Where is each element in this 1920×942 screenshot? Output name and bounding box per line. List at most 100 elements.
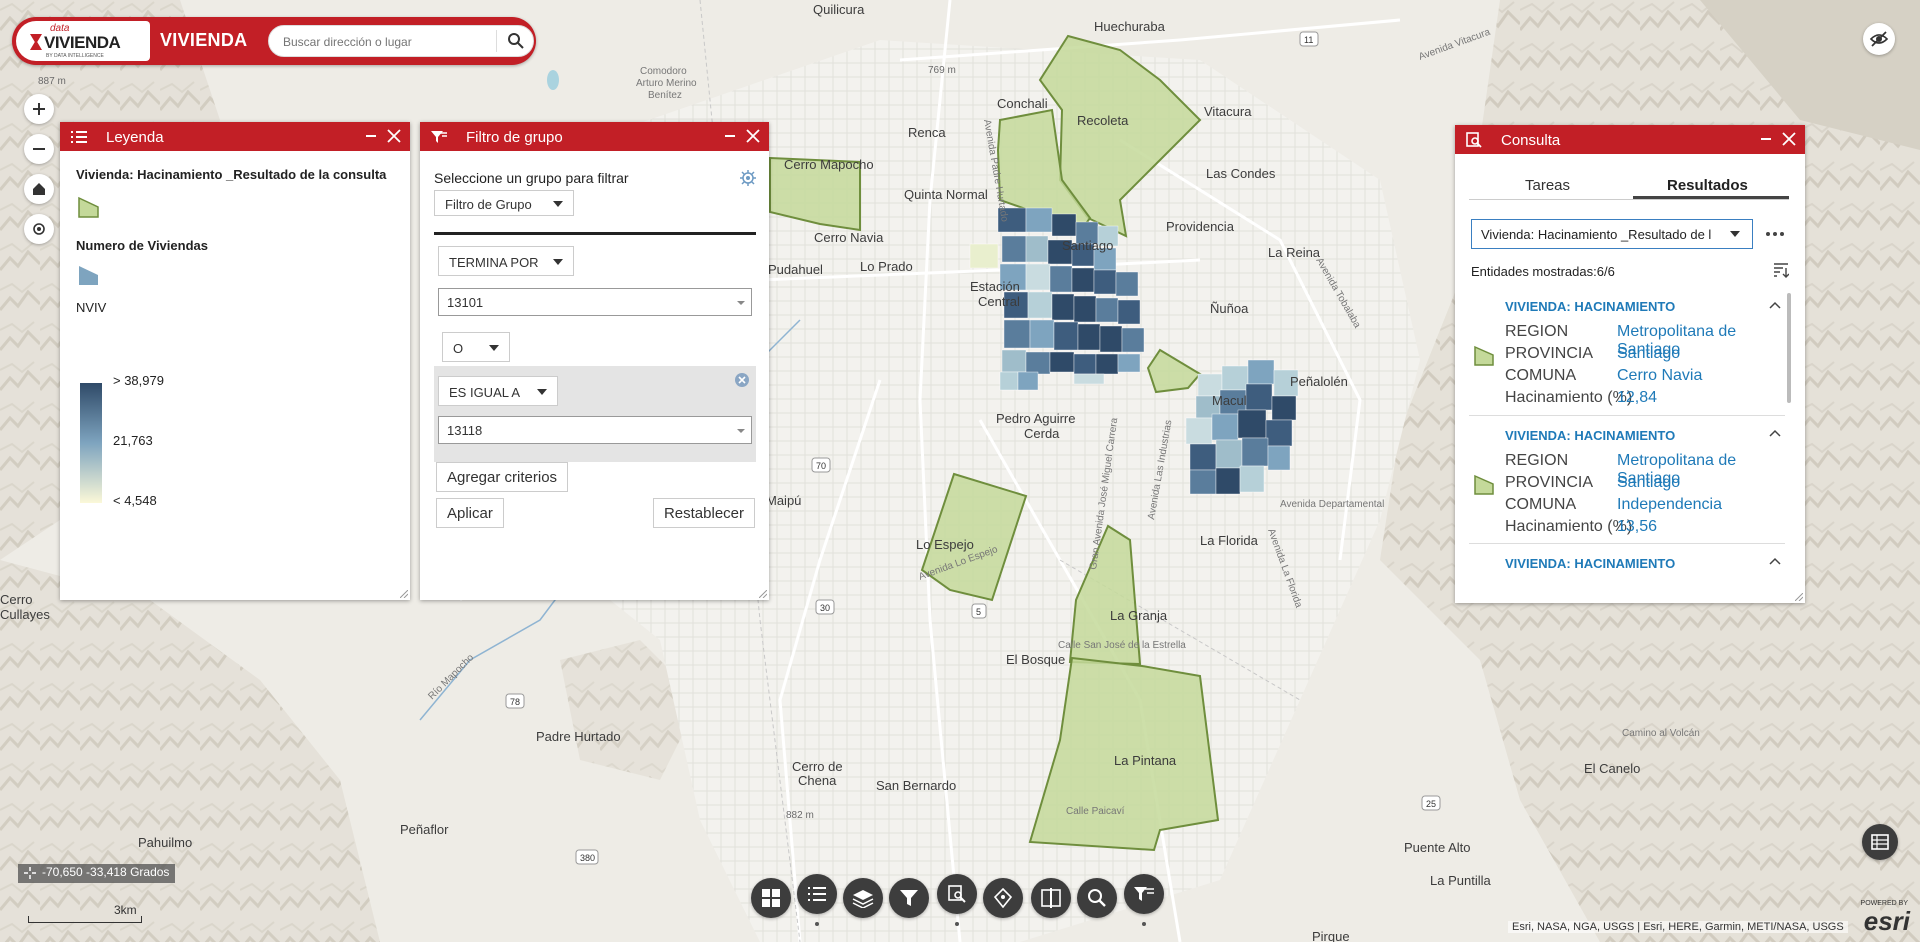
toolbar-filter-button[interactable] bbox=[889, 878, 929, 918]
resize-handle-icon[interactable] bbox=[1795, 593, 1803, 601]
search-input[interactable] bbox=[281, 32, 495, 52]
sort-icon[interactable] bbox=[1773, 262, 1789, 278]
close-icon[interactable] bbox=[745, 128, 761, 144]
value1-input[interactable]: 13101 bbox=[438, 288, 752, 316]
svg-text:Huechuraba: Huechuraba bbox=[1094, 19, 1166, 34]
toolbar-search-button[interactable] bbox=[1077, 878, 1117, 918]
svg-text:Cerda: Cerda bbox=[1024, 426, 1060, 441]
reset-button[interactable]: Restablecer bbox=[652, 498, 755, 528]
result-select-value: Vivienda: Hacinamiento _Resultado de l bbox=[1481, 227, 1712, 242]
legend-layer-title: Vivienda: Hacinamiento _Resultado de la … bbox=[76, 167, 387, 182]
criteria-group: ES IGUAL A 13118 bbox=[434, 366, 756, 462]
legend-field-name: NVIV bbox=[76, 300, 107, 315]
visibility-toggle-button[interactable] bbox=[1863, 23, 1895, 55]
svg-text:Pedro Aguirre: Pedro Aguirre bbox=[996, 411, 1076, 426]
zoom-out-button[interactable] bbox=[24, 134, 54, 164]
zoom-in-button[interactable] bbox=[24, 94, 54, 124]
result-select[interactable]: Vivienda: Hacinamiento _Resultado de l bbox=[1471, 219, 1753, 249]
svg-text:El Canelo: El Canelo bbox=[1584, 761, 1640, 776]
tab-tasks[interactable]: Tareas bbox=[1525, 177, 1570, 194]
svg-text:La Florida: La Florida bbox=[1200, 533, 1259, 548]
region-label: REGION bbox=[1505, 323, 1569, 340]
more-options-icon[interactable] bbox=[1765, 229, 1785, 239]
close-icon[interactable] bbox=[1781, 131, 1797, 147]
svg-text:Avenida Departamental: Avenida Departamental bbox=[1280, 499, 1384, 510]
toolbar-grid-button[interactable] bbox=[751, 878, 791, 918]
toolbar-map-tool-button[interactable] bbox=[983, 878, 1023, 918]
swipe-icon bbox=[1041, 888, 1061, 908]
hacinamiento-value[interactable]: 13,56 bbox=[1617, 518, 1657, 536]
filter-panel-header: Filtro de grupo bbox=[420, 122, 769, 151]
hacinamiento-label: Hacinamiento (%) bbox=[1505, 389, 1633, 406]
value2-input[interactable]: 13118 bbox=[438, 416, 752, 444]
overview-map-button[interactable] bbox=[1862, 824, 1898, 860]
active-tab-indicator bbox=[1633, 196, 1789, 199]
result-card[interactable]: VIVIENDA: HACINAMIENTO REGION Metropolit… bbox=[1469, 291, 1785, 417]
chevron-up-icon[interactable] bbox=[1769, 429, 1781, 437]
svg-text:Renca: Renca bbox=[908, 125, 946, 140]
apply-button[interactable]: Aplicar bbox=[436, 498, 504, 528]
chevron-up-icon[interactable] bbox=[1769, 301, 1781, 309]
search-divider bbox=[496, 30, 497, 52]
resize-handle-icon[interactable] bbox=[759, 590, 767, 598]
list-icon bbox=[808, 887, 826, 901]
minimize-icon[interactable] bbox=[725, 135, 735, 137]
svg-text:380: 380 bbox=[580, 853, 595, 863]
close-icon[interactable] bbox=[386, 128, 402, 144]
query-panel: Consulta Tareas Resultados Vivienda: Hac… bbox=[1455, 125, 1805, 603]
hacinamiento-value[interactable]: 12,84 bbox=[1617, 389, 1657, 407]
svg-text:769 m: 769 m bbox=[928, 65, 956, 76]
table-icon bbox=[1871, 834, 1889, 850]
logic-select[interactable]: O bbox=[442, 332, 510, 362]
comuna-value[interactable]: Independencia bbox=[1617, 496, 1722, 514]
group-filter-icon bbox=[431, 131, 447, 143]
polygon-swatch bbox=[1474, 474, 1494, 495]
search-icon[interactable] bbox=[507, 32, 525, 50]
toolbar-swipe-button[interactable] bbox=[1031, 878, 1071, 918]
chevron-up-icon[interactable] bbox=[1769, 557, 1781, 565]
svg-text:La Puntilla: La Puntilla bbox=[1430, 873, 1491, 888]
resize-handle-icon[interactable] bbox=[400, 590, 408, 598]
svg-text:Macul: Macul bbox=[1212, 393, 1247, 408]
minus-icon bbox=[33, 148, 45, 150]
svg-text:Peñaflor: Peñaflor bbox=[400, 822, 449, 837]
toolbar-layers-button[interactable] bbox=[843, 878, 883, 918]
operator2-select[interactable]: ES IGUAL A bbox=[438, 376, 558, 406]
toolbar-group-filter-button[interactable] bbox=[1124, 874, 1164, 914]
svg-text:Las Condes: Las Condes bbox=[1206, 166, 1276, 181]
gear-icon[interactable] bbox=[740, 170, 756, 186]
provincia-value[interactable]: Santiago bbox=[1617, 345, 1680, 363]
svg-text:Conchali: Conchali bbox=[997, 96, 1048, 111]
result-card[interactable]: VIVIENDA: HACINAMIENTO bbox=[1469, 547, 1785, 587]
svg-text:Arturo Merino: Arturo Merino bbox=[636, 78, 697, 89]
toolbar-query-button[interactable] bbox=[937, 874, 977, 914]
scale-label: 3km bbox=[114, 903, 137, 917]
minimize-icon[interactable] bbox=[366, 135, 376, 137]
svg-text:Benítez: Benítez bbox=[648, 90, 682, 101]
toolbar-legend-button[interactable] bbox=[797, 874, 837, 914]
scale-bar bbox=[28, 916, 142, 923]
home-button[interactable] bbox=[24, 174, 54, 204]
search-icon bbox=[1088, 889, 1106, 907]
svg-text:Pahuilmo: Pahuilmo bbox=[138, 835, 192, 850]
polygon-swatch bbox=[78, 196, 99, 218]
chevron-down-icon bbox=[1730, 231, 1740, 237]
provincia-value[interactable]: Santiago bbox=[1617, 474, 1680, 492]
svg-text:Comodoro: Comodoro bbox=[640, 66, 687, 77]
group-select[interactable]: Filtro de Grupo bbox=[434, 190, 574, 216]
svg-text:Camino al Volcán: Camino al Volcán bbox=[1622, 728, 1700, 739]
svg-text:Chena: Chena bbox=[798, 773, 837, 788]
minimize-icon[interactable] bbox=[1761, 138, 1771, 140]
scrollbar[interactable] bbox=[1787, 293, 1791, 403]
locate-button[interactable] bbox=[24, 214, 54, 244]
ramp-mid-label: 21,763 bbox=[113, 433, 153, 448]
coordinates-readout[interactable]: -70,650 -33,418 Grados bbox=[18, 864, 176, 883]
remove-criteria-icon[interactable] bbox=[734, 372, 750, 388]
result-card[interactable]: VIVIENDA: HACINAMIENTO REGION Metropolit… bbox=[1469, 419, 1785, 545]
tab-results[interactable]: Resultados bbox=[1667, 177, 1748, 194]
color-ramp bbox=[80, 383, 102, 503]
add-criteria-button[interactable]: Agregar criterios bbox=[436, 462, 569, 492]
query-panel-title: Consulta bbox=[1501, 132, 1561, 149]
operator1-select[interactable]: TERMINA POR bbox=[438, 246, 574, 276]
comuna-value[interactable]: Cerro Navia bbox=[1617, 367, 1702, 385]
